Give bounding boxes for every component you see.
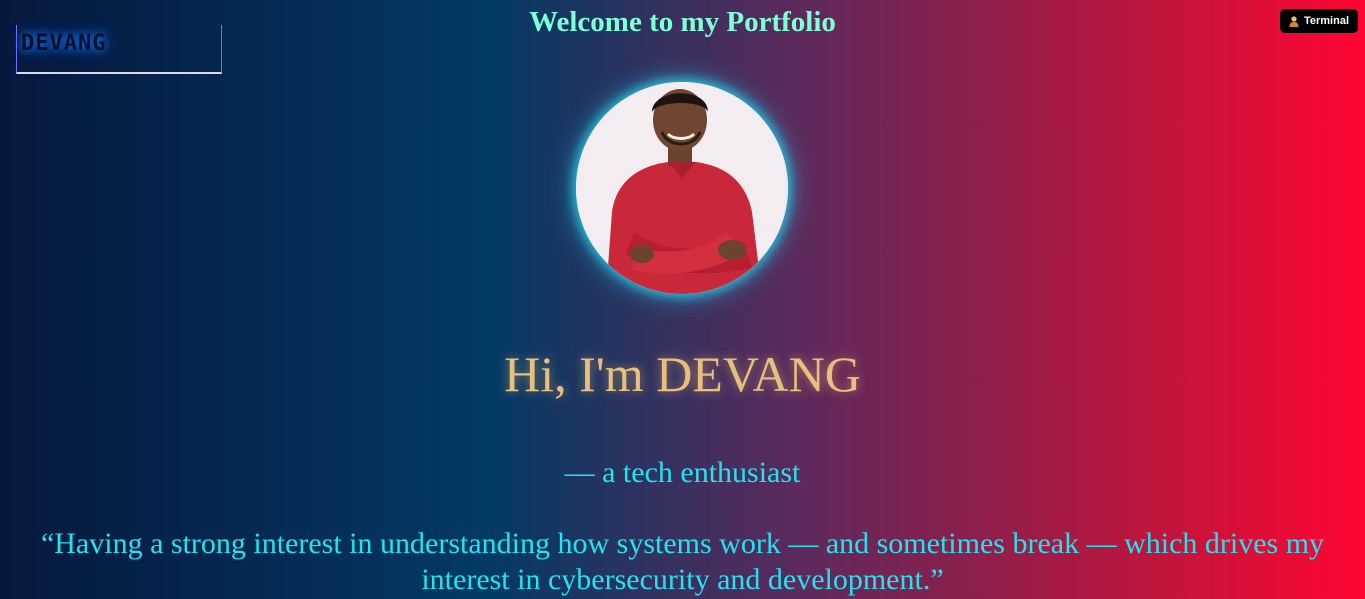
hero-tagline: — a tech enthusiast [564,456,801,489]
hero-greeting: Hi, I'm DEVANG [504,346,861,402]
hero-quote: “Having a strong interest in understandi… [40,527,1325,596]
page-title: Welcome to my Portfolio [529,6,836,38]
user-icon [1289,15,1299,27]
profile-photo [576,82,788,294]
terminal-button[interactable]: Terminal [1279,9,1358,33]
terminal-button-label: Terminal [1303,15,1349,27]
